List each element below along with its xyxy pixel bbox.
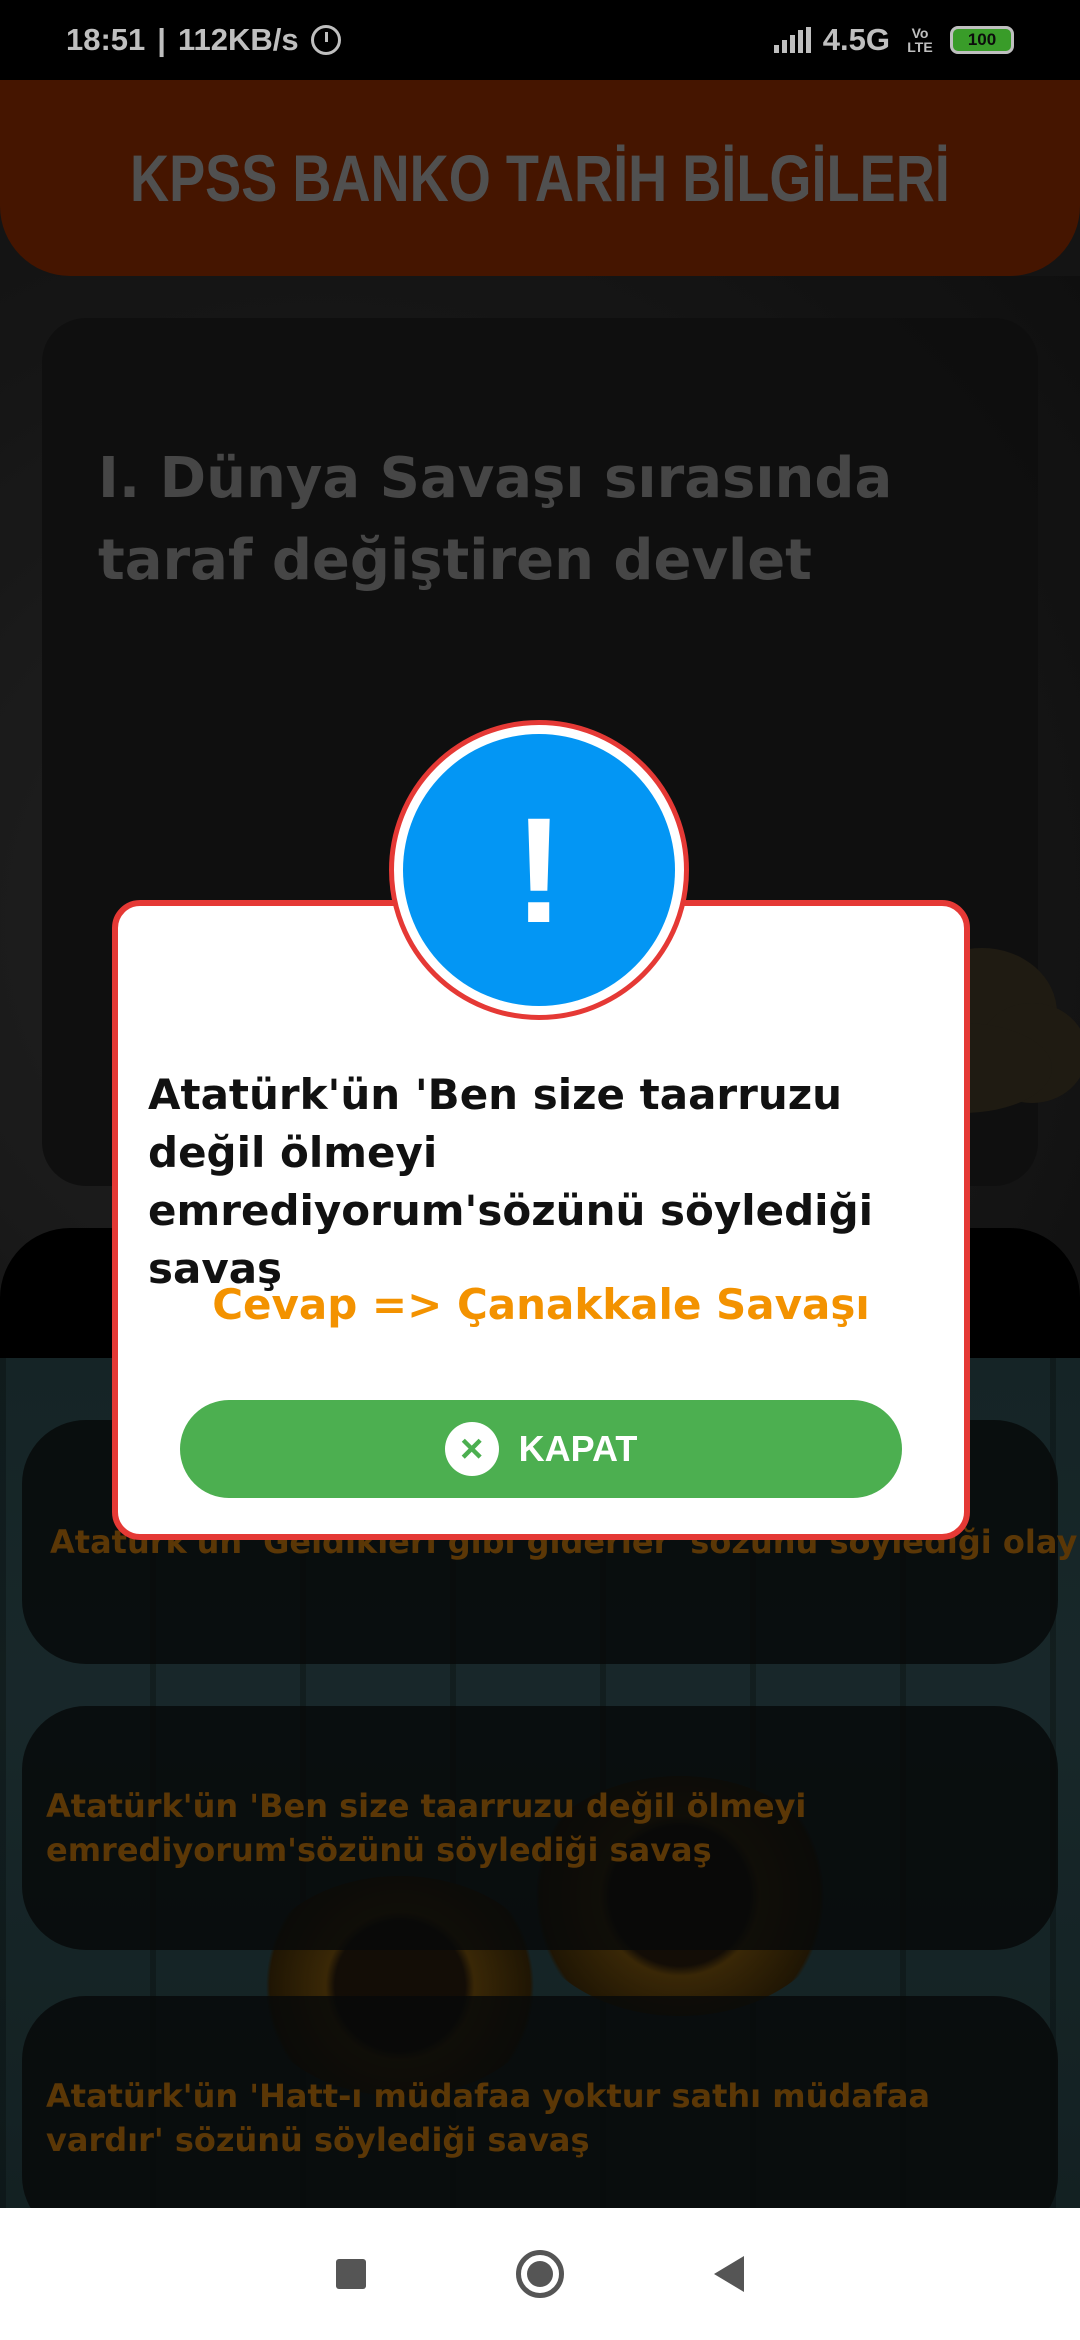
- recents-square-icon[interactable]: [336, 2259, 366, 2289]
- alert-badge: !: [389, 720, 689, 1020]
- back-triangle-icon[interactable]: [714, 2256, 744, 2292]
- dialog-answer: Cevap => Çanakkale Savaşı: [212, 1280, 870, 1329]
- home-circle-icon[interactable]: [516, 2250, 564, 2298]
- close-icon: ×: [444, 1422, 499, 1476]
- dialog-message: Atatürk'ün 'Ben size taarruzu değil ölme…: [148, 1070, 874, 1293]
- close-button[interactable]: × KAPAT: [180, 1400, 902, 1498]
- navigation-bar: [0, 2208, 1080, 2340]
- close-button-label: KAPAT: [518, 1428, 638, 1469]
- exclamation-icon: !: [403, 734, 675, 1006]
